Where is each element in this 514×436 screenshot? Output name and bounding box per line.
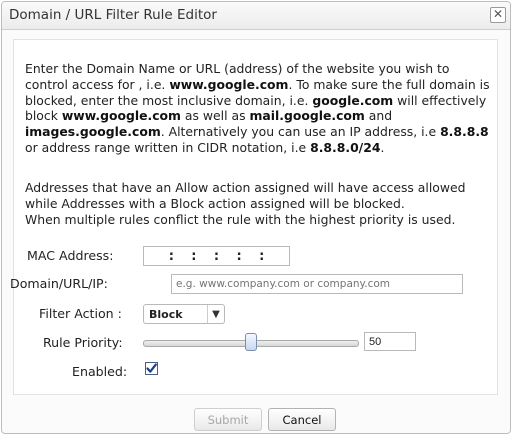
chevron-down-icon: ▼ xyxy=(207,305,224,323)
rule-editor-dialog: Domain / URL Filter Rule Editor ✕ Enter … xyxy=(1,1,511,434)
dialog-titlebar[interactable]: Domain / URL Filter Rule Editor ✕ xyxy=(2,2,510,30)
rule-priority-label: Rule Priority: xyxy=(43,335,123,350)
mac-separator: : xyxy=(191,248,197,264)
mac-separator: : xyxy=(259,248,265,264)
enabled-label: Enabled: xyxy=(72,364,128,379)
dialog-title: Domain / URL Filter Rule Editor xyxy=(9,7,217,23)
priority-input[interactable] xyxy=(364,332,416,351)
enabled-checkbox[interactable] xyxy=(145,362,158,375)
filter-action-select[interactable]: Block ▼ xyxy=(143,304,225,324)
priority-slider-handle[interactable] xyxy=(245,333,257,351)
filter-action-value: Block xyxy=(149,307,183,321)
submit-button[interactable]: Submit xyxy=(194,408,262,431)
mac-separator: : xyxy=(236,248,242,264)
domain-input[interactable] xyxy=(171,274,463,294)
mac-separator: : xyxy=(213,248,220,264)
mac-separator: : xyxy=(168,248,174,264)
intro-paragraph: Enter the Domain Name or URL (address) o… xyxy=(25,61,490,155)
domain-label: Domain/URL/IP: xyxy=(10,276,108,291)
mac-address-field[interactable]: : : : : : xyxy=(143,246,290,266)
checkmark-icon xyxy=(146,363,157,373)
filter-action-label: Filter Action : xyxy=(39,306,122,321)
close-icon[interactable]: ✕ xyxy=(490,7,506,23)
action-note-paragraph: Addresses that have an Allow action assi… xyxy=(25,180,466,227)
mac-address-label: MAC Address: xyxy=(27,248,114,263)
cancel-button[interactable]: Cancel xyxy=(268,408,336,431)
